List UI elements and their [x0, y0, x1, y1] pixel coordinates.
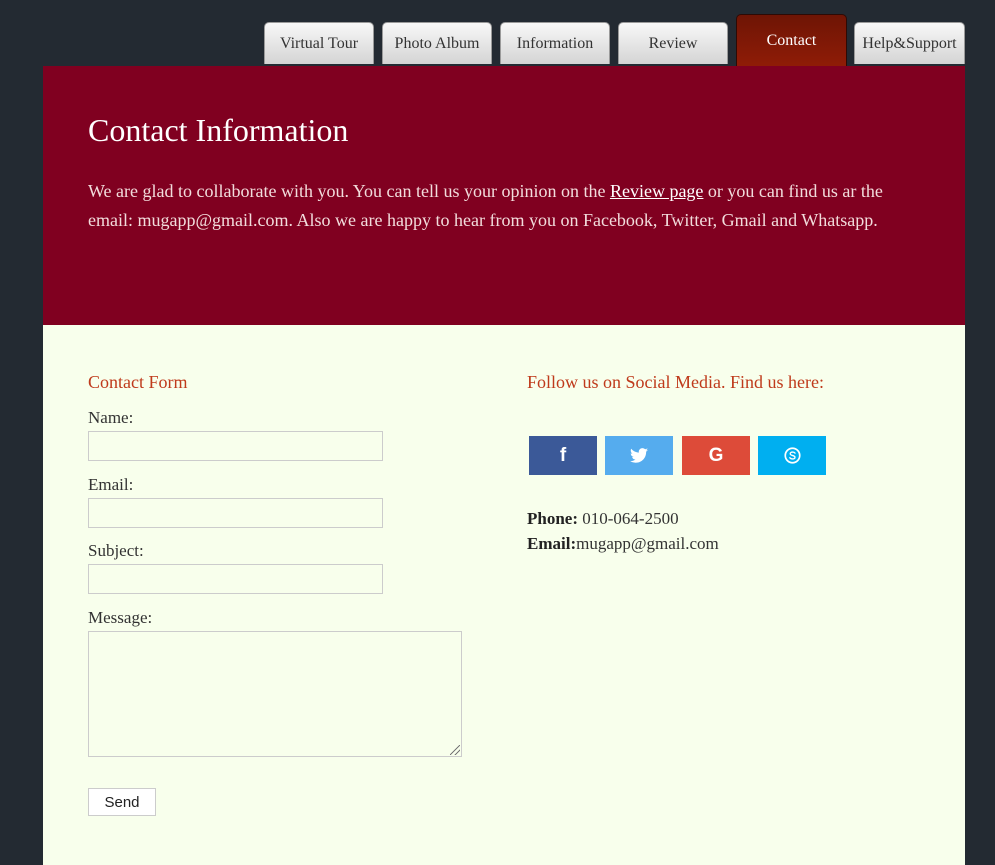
contact-form-title: Contact Form: [88, 372, 188, 392]
email-label: Email:: [88, 475, 134, 494]
name-input[interactable]: [88, 431, 383, 461]
twitter-button[interactable]: [605, 436, 673, 475]
skype-icon: [783, 447, 801, 464]
tab-contact[interactable]: Contact: [736, 14, 847, 66]
tab-photo-album[interactable]: Photo Album: [382, 22, 492, 64]
contact-hero: Contact Information We are glad to colla…: [43, 66, 965, 325]
twitter-icon: [630, 448, 648, 463]
page-title: Contact Information: [88, 112, 349, 148]
google-button[interactable]: G: [682, 436, 750, 475]
subject-input[interactable]: [88, 564, 383, 594]
email-value: mugapp@gmail.com: [576, 534, 719, 553]
skype-button[interactable]: [758, 436, 826, 475]
name-label: Name:: [88, 408, 134, 427]
phone-value: 010-064-2500: [578, 509, 679, 528]
message-textarea[interactable]: [88, 631, 462, 757]
facebook-button[interactable]: f: [529, 436, 597, 475]
main-nav-tabs: Virtual Tour Photo Album Information Rev…: [0, 0, 995, 66]
hero-text-before-link: We are glad to collaborate with you. You…: [88, 181, 610, 201]
send-button[interactable]: Send: [88, 788, 156, 816]
facebook-icon: f: [559, 444, 567, 466]
tab-virtual-tour[interactable]: Virtual Tour: [264, 22, 374, 64]
message-label: Message:: [88, 608, 153, 627]
content-panel: Contact Information We are glad to colla…: [43, 66, 965, 865]
tab-help-support[interactable]: Help&Support: [854, 22, 965, 64]
hero-description: We are glad to collaborate with you. You…: [88, 177, 918, 235]
review-page-link[interactable]: Review page: [610, 181, 703, 201]
tab-information[interactable]: Information: [500, 22, 610, 64]
phone-label: Phone:: [527, 509, 578, 528]
subject-label: Subject:: [88, 541, 144, 560]
resize-handle[interactable]: [450, 745, 460, 755]
tab-review[interactable]: Review: [618, 22, 728, 64]
google-icon: G: [708, 444, 724, 466]
email-label-bold: Email:: [527, 534, 577, 553]
phone-line: Phone: 010-064-2500: [527, 509, 679, 529]
social-section-title: Follow us on Social Media. Find us here:: [527, 372, 824, 392]
email-line: Email:mugapp@gmail.com: [527, 534, 719, 554]
email-input[interactable]: [88, 498, 383, 528]
